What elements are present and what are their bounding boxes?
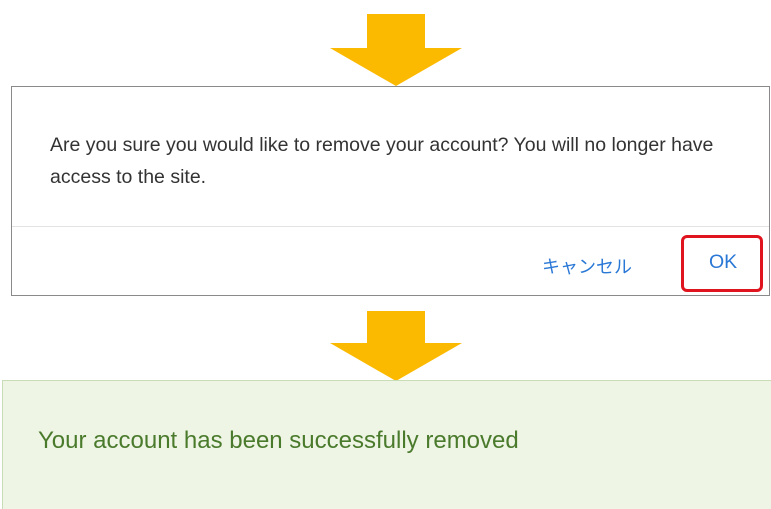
tutorial-figure: Are you sure you would like to remove yo… [0,0,771,509]
cancel-button[interactable]: キャンセル [542,253,632,279]
arrow-down-icon [330,14,462,86]
arrow-down-icon [330,311,462,381]
ok-button[interactable]: OK [709,251,737,274]
success-message: Your account has been successfully remov… [38,427,519,454]
confirm-dialog: Are you sure you would like to remove yo… [11,86,770,296]
success-alert: Your account has been successfully remov… [2,380,771,509]
divider [12,226,769,227]
dialog-message: Are you sure you would like to remove yo… [50,134,714,188]
